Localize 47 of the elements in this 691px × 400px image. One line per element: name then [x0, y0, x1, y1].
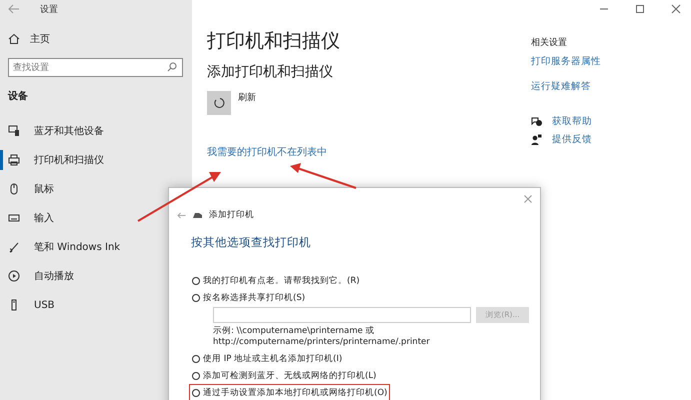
- sidebar-item[interactable]: USB: [0, 295, 192, 315]
- radio-option[interactable]: 通过手动设置添加本地打印机或网络打印机(O): [189, 384, 390, 400]
- support-link[interactable]: 获取帮助: [531, 115, 592, 128]
- section-heading: 设备: [8, 90, 29, 103]
- printer-icon: [8, 154, 20, 166]
- radio-option[interactable]: 添加可检测到蓝牙、无线或网络的打印机(L): [189, 367, 380, 384]
- page-title: 打印机和扫描仪: [207, 29, 340, 54]
- sidebar-item[interactable]: 打印机和扫描仪: [0, 150, 192, 170]
- sidebar-item[interactable]: 自动播放: [0, 266, 192, 286]
- refresh-label: 刷新: [238, 92, 256, 104]
- related-link[interactable]: 打印服务器属性: [531, 55, 601, 68]
- window-title: 设置: [40, 4, 58, 16]
- maximize-icon[interactable]: [635, 4, 645, 14]
- close-icon[interactable]: [524, 195, 532, 203]
- home-link[interactable]: 主页: [8, 32, 50, 46]
- related-link[interactable]: 运行疑难解答: [531, 80, 591, 93]
- sidebar-item[interactable]: 鼠标: [0, 179, 192, 199]
- search-icon: [167, 62, 177, 72]
- keyboard-icon: [8, 212, 20, 224]
- sidebar-item[interactable]: 蓝牙和其他设备: [0, 121, 192, 141]
- related-settings-heading: 相关设置: [531, 36, 567, 49]
- pen-icon: [8, 241, 20, 253]
- devices-icon: [8, 125, 20, 137]
- annotation-arrow: [290, 163, 356, 189]
- close-icon[interactable]: [671, 4, 681, 14]
- radio-option[interactable]: 使用 IP 地址或主机名添加打印机(I): [189, 350, 346, 367]
- mouse-icon: [8, 183, 20, 195]
- printer-icon: [192, 212, 203, 218]
- section-title: 添加打印机和扫描仪: [207, 63, 333, 81]
- home-icon: [8, 33, 20, 45]
- radio-option[interactable]: 我的打印机有点老。请帮我找到它。(R): [189, 272, 363, 289]
- person-icon: [531, 134, 542, 145]
- sidebar-item[interactable]: 输入: [0, 208, 192, 228]
- play-icon: [8, 270, 20, 282]
- dialog-heading: 按其他选项查找打印机: [191, 235, 312, 250]
- refresh-icon: [213, 97, 225, 109]
- search-field[interactable]: 查找设置: [8, 58, 183, 77]
- sidebar-item[interactable]: 笔和 Windows Ink: [0, 237, 192, 257]
- refresh-button[interactable]: [207, 91, 231, 115]
- printer-not-listed-link[interactable]: 我需要的打印机不在列表中: [207, 145, 327, 159]
- example-text: http://computername/printers/printername/.printer: [213, 337, 431, 348]
- support-link[interactable]: 提供反馈: [531, 133, 592, 146]
- radio-option[interactable]: 按名称选择共享打印机(S): [189, 289, 308, 306]
- example-text: 示例: \\computername\printername 或: [213, 326, 376, 337]
- printer-name-field[interactable]: [213, 307, 471, 323]
- chat-bubble-icon: [531, 116, 542, 127]
- dialog-title: 添加打印机: [209, 209, 254, 221]
